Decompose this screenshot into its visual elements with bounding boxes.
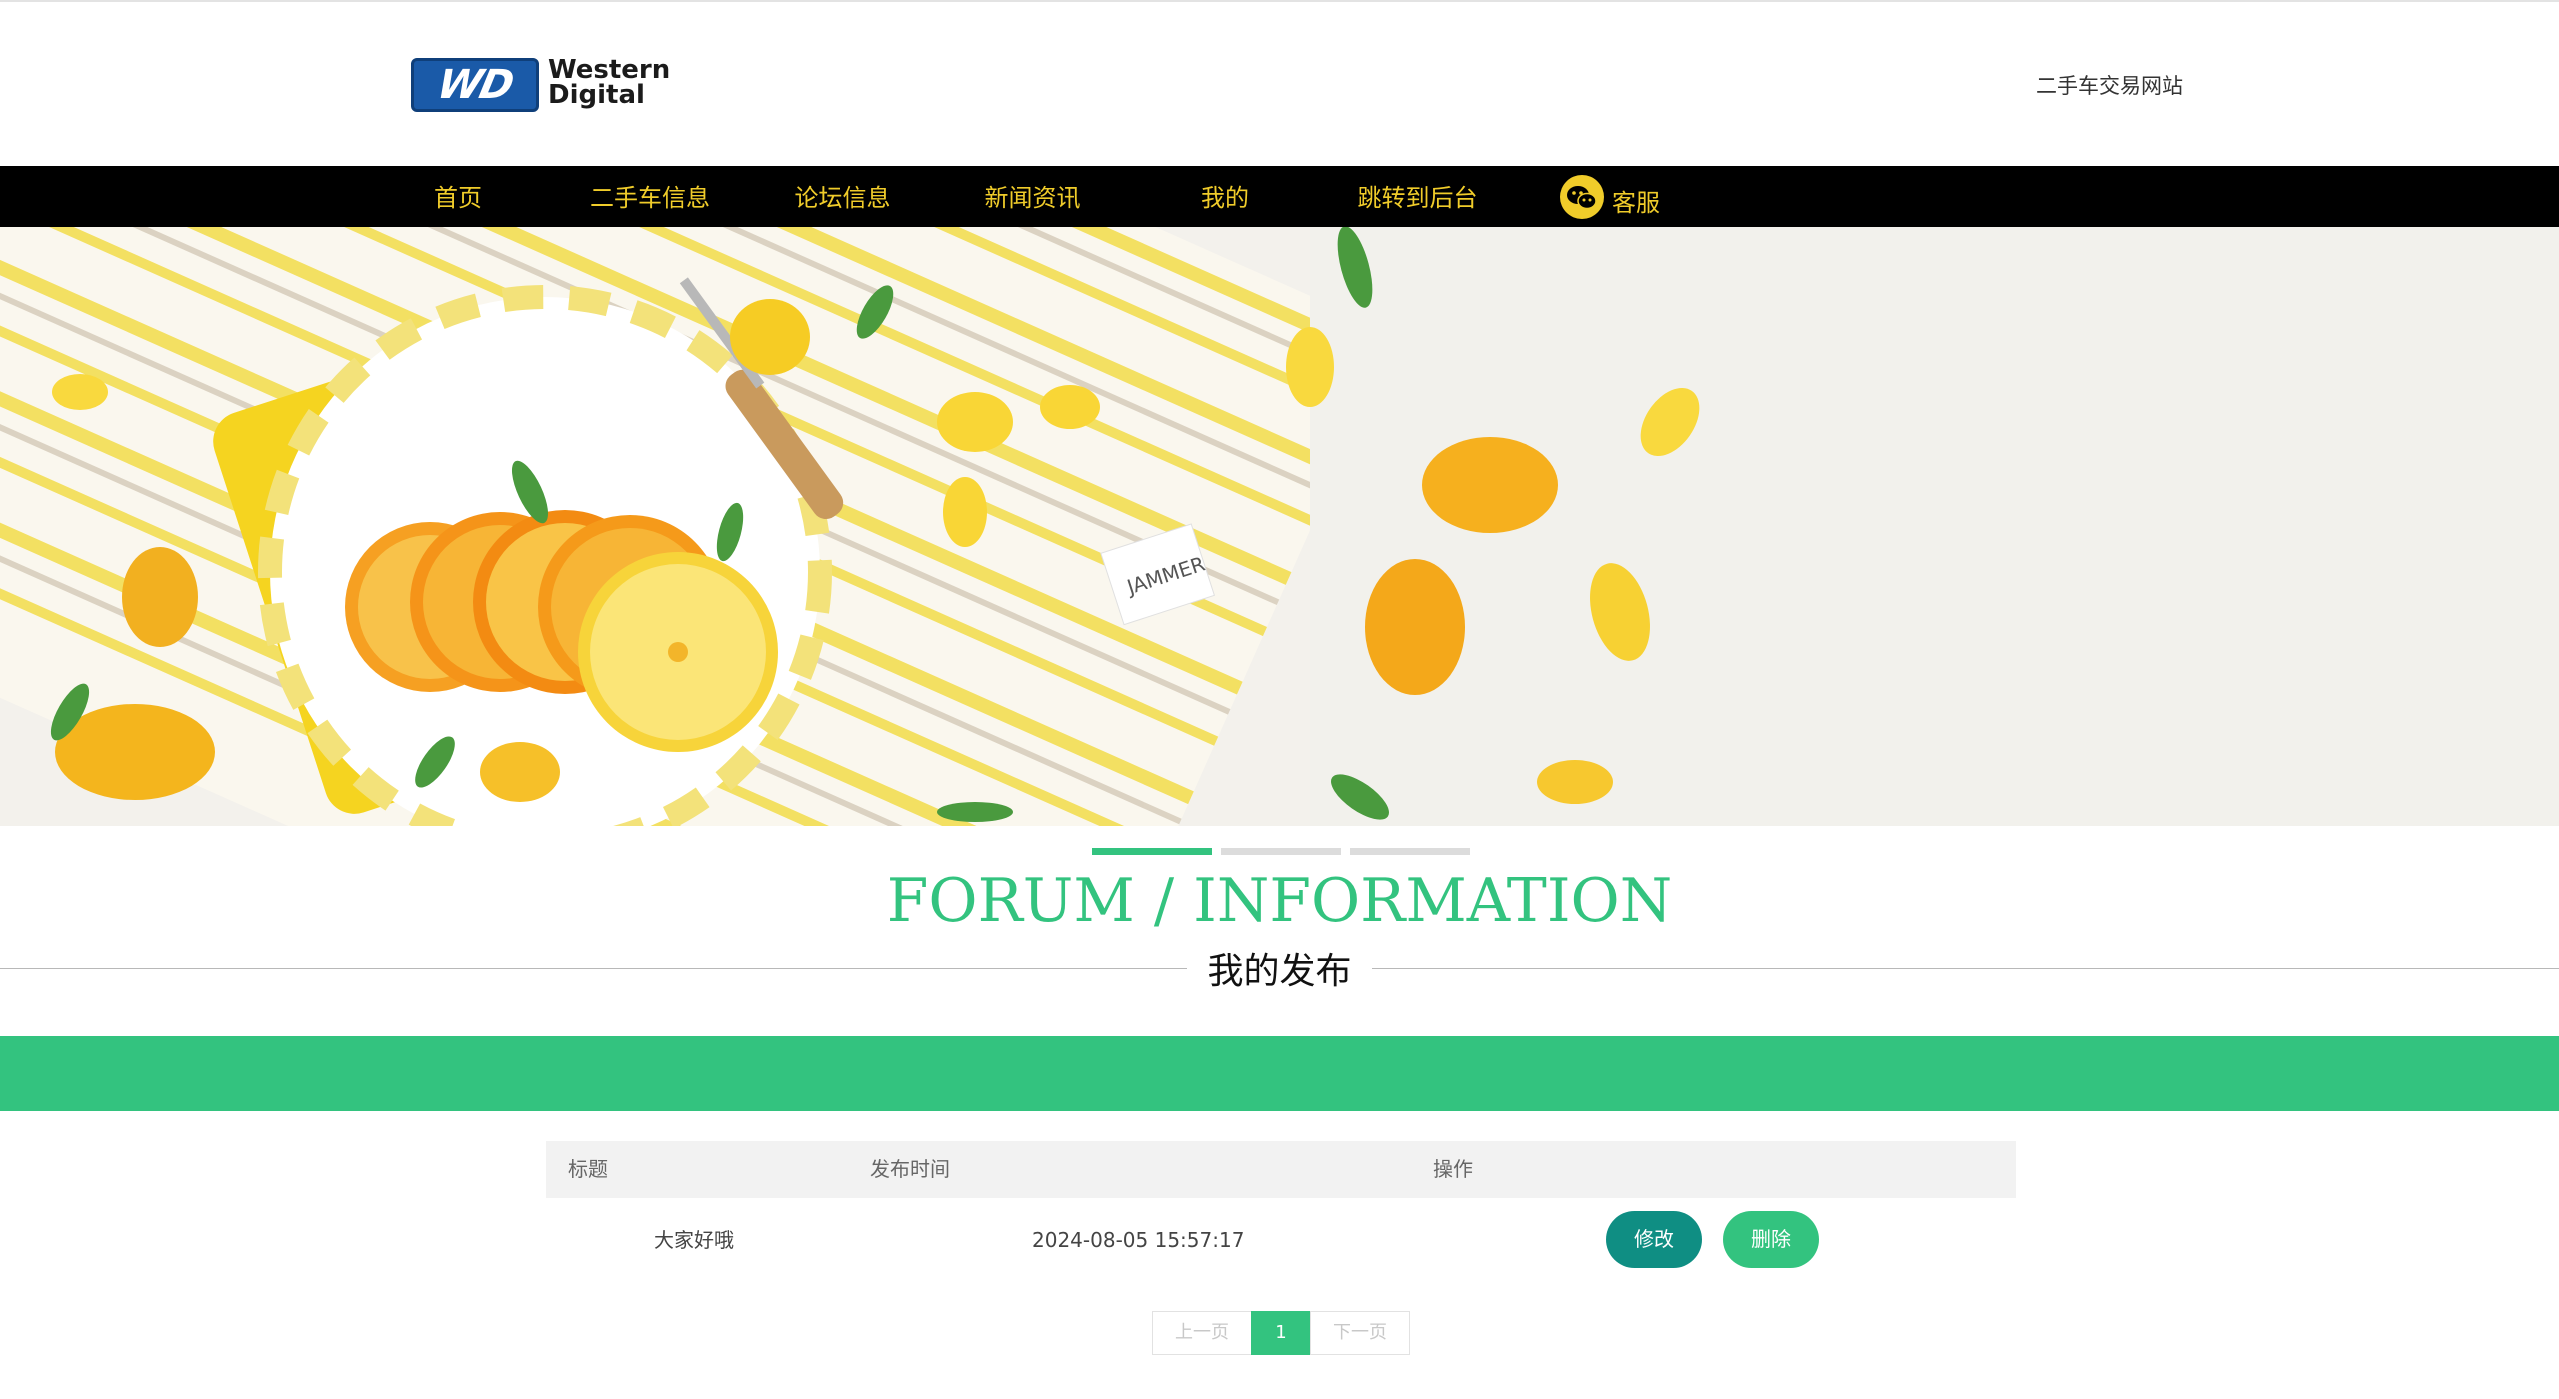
nav-item-forum[interactable]: 论坛信息 <box>780 166 905 227</box>
nav-item-news[interactable]: 新闻资讯 <box>970 166 1095 227</box>
table-header: 标题 发布时间 操作 <box>546 1141 2016 1198</box>
edit-button[interactable]: 修改 <box>1606 1211 1702 1268</box>
carousel-dot-2[interactable] <box>1221 848 1341 855</box>
column-header-time: 发布时间 <box>870 1157 950 1181</box>
section-title-en: FORUM / INFORMATION <box>886 866 1673 936</box>
page-number-current[interactable]: 1 <box>1251 1311 1311 1355</box>
logo-mark: WD <box>411 58 539 112</box>
banner-carousel[interactable]: JAMMER <box>0 227 2559 826</box>
wechat-icon[interactable] <box>1560 175 1604 219</box>
next-page-button[interactable]: 下一页 <box>1310 1311 1410 1355</box>
main-nav: 首页 二手车信息 论坛信息 新闻资讯 我的 跳转到后台 客服 <box>0 166 2559 227</box>
nav-item-used-cars[interactable]: 二手车信息 <box>580 166 720 227</box>
green-band <box>0 1036 2559 1111</box>
prev-page-button[interactable]: 上一页 <box>1152 1311 1252 1355</box>
row-time: 2024-08-05 15:57:17 <box>1032 1228 1245 1252</box>
brand-logo[interactable]: WD Western Digital <box>411 56 697 114</box>
top-border <box>0 0 2559 2</box>
row-title: 大家好哦 <box>654 1228 734 1252</box>
column-header-title: 标题 <box>568 1157 608 1181</box>
section-title-cn: 我的发布 <box>1187 942 1372 994</box>
delete-button[interactable]: 删除 <box>1723 1211 1819 1268</box>
site-name: 二手车交易网站 <box>2036 74 2183 98</box>
nav-item-admin[interactable]: 跳转到后台 <box>1350 166 1485 227</box>
column-header-actions: 操作 <box>1433 1157 1473 1181</box>
carousel-dot-3[interactable] <box>1350 848 1470 855</box>
banner-image: JAMMER <box>0 227 2559 826</box>
nav-item-home[interactable]: 首页 <box>418 166 498 227</box>
nav-item-service[interactable]: 客服 <box>1608 171 1664 232</box>
logo-wordmark: Western Digital <box>548 57 670 110</box>
carousel-dot-1[interactable] <box>1092 848 1212 855</box>
logo-mark-text: WD <box>433 62 517 108</box>
logo-line2: Digital <box>548 80 645 110</box>
nav-item-mine[interactable]: 我的 <box>1185 166 1265 227</box>
